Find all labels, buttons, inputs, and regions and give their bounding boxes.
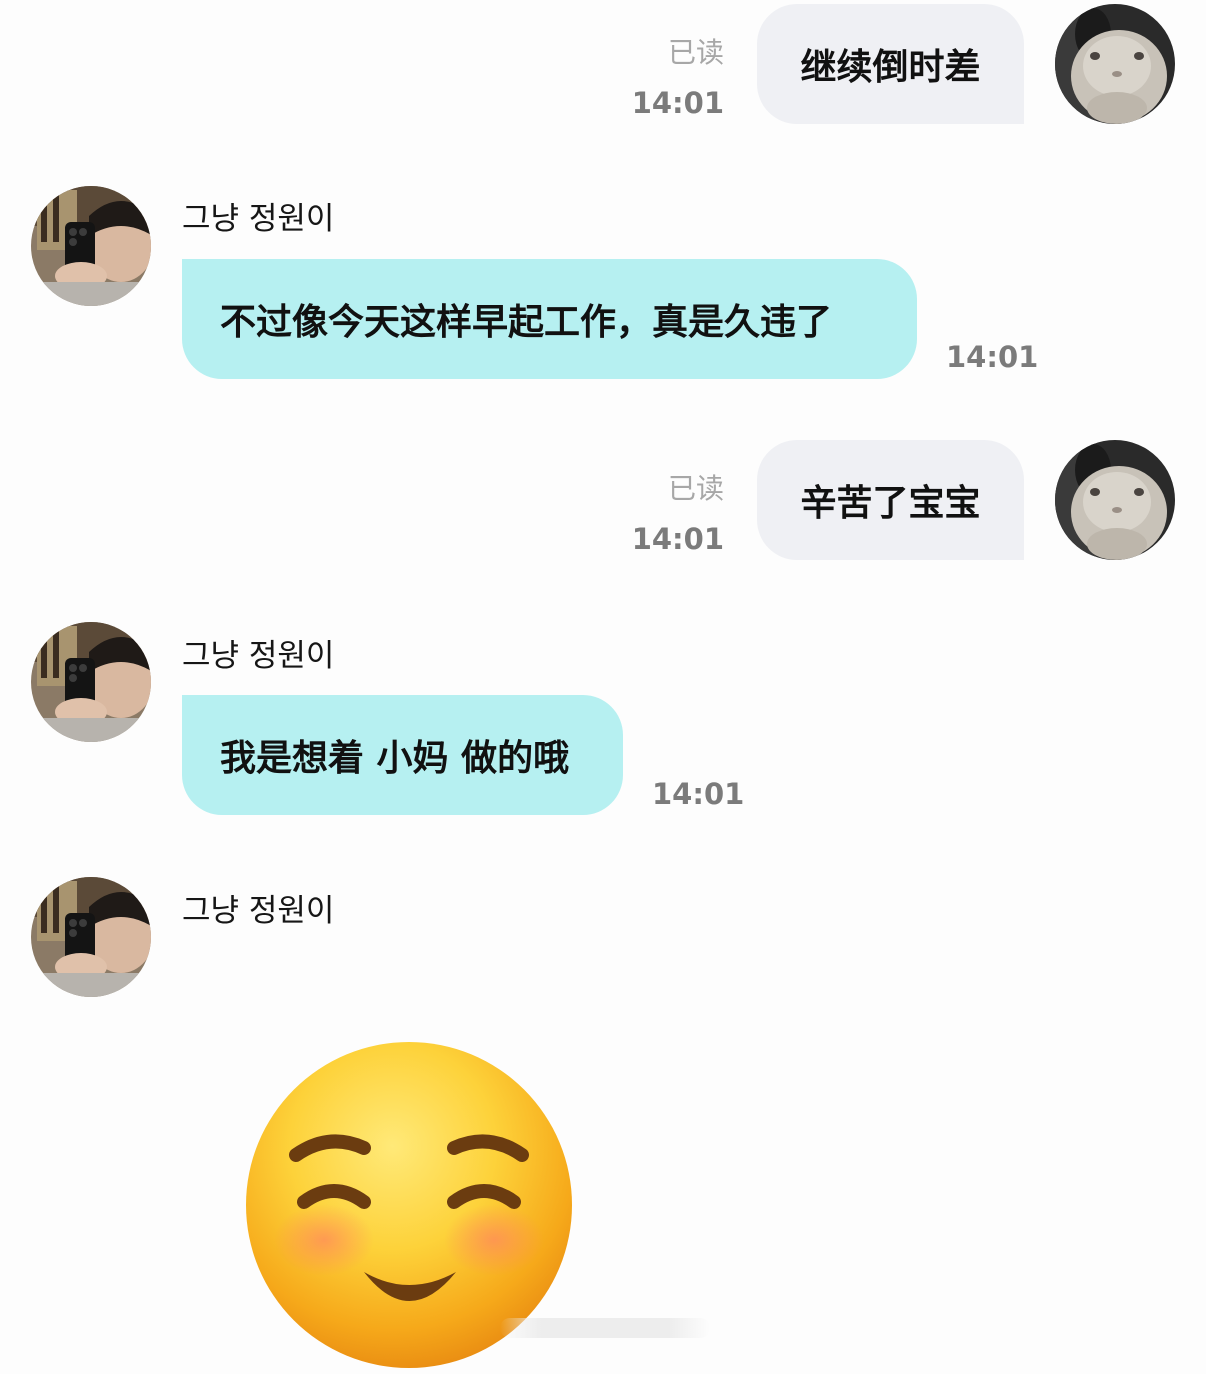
message-text: 不过像今天这样早起工作，真是久违了 — [220, 302, 833, 343]
my-avatar[interactable] — [1055, 4, 1175, 124]
sender-name: 그냥 정원이 — [182, 893, 335, 929]
my-avatar[interactable] — [1055, 440, 1175, 560]
message-time: 14:01 — [652, 777, 745, 811]
sender-name: 그냥 정원이 — [182, 638, 335, 674]
message-bubble-outgoing[interactable]: 辛苦了宝宝 — [757, 440, 1024, 560]
message-text: 我是想着 小妈 做的哦 — [220, 738, 570, 779]
message-time: 14:01 — [631, 522, 724, 556]
contact-avatar[interactable] — [31, 186, 151, 306]
contact-avatar[interactable] — [31, 622, 151, 742]
message-bubble-outgoing[interactable]: 继续倒时差 — [757, 4, 1024, 124]
watermark — [500, 1318, 710, 1338]
message-bubble-incoming[interactable]: 不过像今天这样早起工作，真是久违了 — [182, 259, 917, 379]
message-text: 继续倒时差 — [800, 47, 981, 88]
sender-name: 그냥 정원이 — [182, 201, 335, 237]
contact-avatar[interactable] — [31, 877, 151, 997]
read-receipt: 已读 — [667, 36, 724, 69]
message-time: 14:01 — [946, 340, 1039, 374]
message-time: 14:01 — [631, 86, 724, 120]
message-text: 辛苦了宝宝 — [800, 483, 981, 524]
message-bubble-incoming[interactable]: 我是想着 小妈 做的哦 — [182, 695, 623, 815]
read-receipt: 已读 — [667, 472, 724, 505]
